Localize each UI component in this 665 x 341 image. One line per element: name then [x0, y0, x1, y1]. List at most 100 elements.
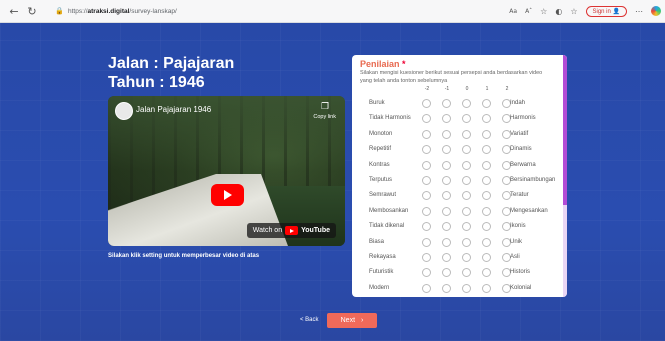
rating-radio[interactable] — [422, 191, 431, 201]
rating-radio[interactable] — [422, 253, 431, 262]
youtube-icon — [285, 226, 299, 235]
lock-icon: 🔒 — [55, 7, 64, 15]
watch-on-label: Watch on — [252, 227, 283, 234]
rating-radio[interactable] — [442, 206, 451, 216]
rating-radio[interactable] — [442, 99, 451, 108]
next-button[interactable]: Next › — [327, 313, 377, 328]
rating-left-label: Rekayasa — [369, 254, 396, 260]
rating-radio[interactable] — [442, 160, 451, 170]
rating-radio[interactable] — [462, 268, 471, 278]
scale-label: -2 — [424, 86, 430, 92]
rating-radio[interactable] — [462, 145, 471, 155]
address-bar[interactable]: 🔒 https://atraksi.digital/survey-lanskap… — [55, 4, 177, 18]
url-host: atraksi.digital — [87, 7, 130, 15]
rating-radio[interactable] — [482, 206, 491, 216]
rating-row: Biasa Unik — [352, 236, 563, 250]
rating-radio[interactable] — [462, 283, 471, 293]
rating-left-label: Modern — [369, 284, 390, 291]
read-aloud-icon[interactable]: Aˆ — [525, 8, 532, 15]
rating-radio[interactable] — [482, 283, 491, 293]
rating-radio[interactable] — [482, 176, 491, 185]
rating-left-label: Tidak dikenal — [369, 223, 405, 230]
rating-radio[interactable] — [442, 114, 451, 124]
rating-row: Futuristik Historis — [352, 266, 563, 280]
rating-radio[interactable] — [462, 206, 471, 216]
rating-radio[interactable] — [422, 237, 431, 247]
rating-radio[interactable] — [462, 237, 471, 247]
rating-radio[interactable] — [482, 237, 491, 247]
reader-view-icon[interactable]: Aa — [509, 8, 517, 15]
rating-right-label: Historis — [510, 269, 531, 276]
rating-radio[interactable] — [422, 176, 431, 185]
video-title[interactable]: Jalan Pajajaran 1946 — [136, 105, 211, 114]
rating-right-label: Mengesankan — [510, 207, 548, 214]
rating-radio[interactable] — [482, 268, 491, 278]
rating-radio[interactable] — [422, 206, 431, 216]
rating-left-label: Biasa — [369, 238, 385, 245]
rating-radio[interactable] — [462, 160, 471, 170]
rating-radio[interactable] — [422, 145, 431, 155]
channel-avatar[interactable] — [115, 102, 133, 120]
copilot-icon[interactable]: ◐ — [555, 7, 562, 16]
rating-radio[interactable] — [462, 253, 471, 262]
rating-radio[interactable] — [442, 222, 451, 232]
rating-radio[interactable] — [442, 191, 451, 201]
rating-radio[interactable] — [422, 129, 431, 139]
rating-row: Monoton Variatif — [352, 128, 563, 142]
rating-radio[interactable] — [482, 129, 491, 139]
favorite-star-icon[interactable]: ☆ — [540, 7, 547, 16]
video-player[interactable]: Jalan Pajajaran 1946 ❐ Copy link Watch o… — [108, 96, 345, 246]
rating-radio[interactable] — [482, 145, 491, 155]
rating-radio[interactable] — [422, 222, 431, 232]
back-arrow-icon[interactable]: ← — [6, 3, 22, 19]
rating-left-label: Semrawut — [369, 192, 397, 199]
sign-in-button[interactable]: Sign in 👤 — [585, 5, 627, 17]
rating-row: Tidak dikenal Ikonis — [352, 220, 563, 234]
rating-row: Modern Kolonial — [352, 282, 563, 296]
more-menu-icon[interactable]: ⋯ — [635, 7, 643, 16]
rating-radio[interactable] — [442, 237, 451, 247]
browser-toolbar: ← ↻ 🔒 https://atraksi.digital/survey-lan… — [0, 0, 665, 23]
rating-radio[interactable] — [422, 114, 431, 124]
rating-radio[interactable] — [482, 222, 491, 232]
scrollbar-thumb[interactable] — [563, 55, 567, 205]
rating-radio[interactable] — [442, 145, 451, 155]
rating-radio[interactable] — [422, 283, 431, 293]
rating-right-label: Berwarna — [510, 161, 536, 168]
rating-radio[interactable] — [482, 191, 491, 201]
rating-right-label: Harmonis — [510, 115, 536, 122]
watch-on-youtube-button[interactable]: Watch on YouTube — [246, 223, 336, 238]
rating-radio[interactable] — [442, 268, 451, 278]
rating-radio[interactable] — [422, 268, 431, 278]
chevron-right-icon: › — [361, 317, 364, 324]
copy-link-label[interactable]: Copy link — [313, 114, 336, 120]
rating-radio[interactable] — [462, 99, 471, 108]
rating-radio[interactable] — [482, 160, 491, 170]
required-mark: * — [402, 59, 406, 69]
rating-radio[interactable] — [462, 191, 471, 201]
rating-radio[interactable] — [442, 176, 451, 185]
rating-left-label: Tidak Harmonis — [369, 115, 411, 122]
copy-icon[interactable]: ❐ — [321, 102, 329, 112]
rating-radio[interactable] — [482, 99, 491, 108]
rating-radio[interactable] — [462, 114, 471, 124]
rating-radio[interactable] — [422, 160, 431, 170]
rating-radio[interactable] — [482, 114, 491, 124]
rating-left-label: Repetitif — [369, 146, 392, 153]
rating-radio[interactable] — [462, 129, 471, 139]
play-button[interactable] — [211, 184, 244, 206]
rating-radio[interactable] — [462, 222, 471, 232]
rating-radio[interactable] — [422, 99, 431, 108]
rating-radio[interactable] — [442, 253, 451, 262]
rating-left-label: Kontras — [369, 161, 390, 168]
questionnaire-title-text: Penilaian — [360, 59, 400, 69]
rating-radio[interactable] — [462, 176, 471, 185]
rating-radio[interactable] — [482, 253, 491, 262]
rating-row: Terputus Bersinambungan — [352, 174, 563, 188]
favorites-icon[interactable]: ☆ — [570, 7, 577, 16]
rating-radio[interactable] — [442, 283, 451, 293]
rating-right-label: Unik — [510, 238, 523, 245]
refresh-icon[interactable]: ↻ — [24, 3, 40, 19]
back-button[interactable]: < Back — [300, 317, 319, 323]
rating-radio[interactable] — [442, 129, 451, 139]
